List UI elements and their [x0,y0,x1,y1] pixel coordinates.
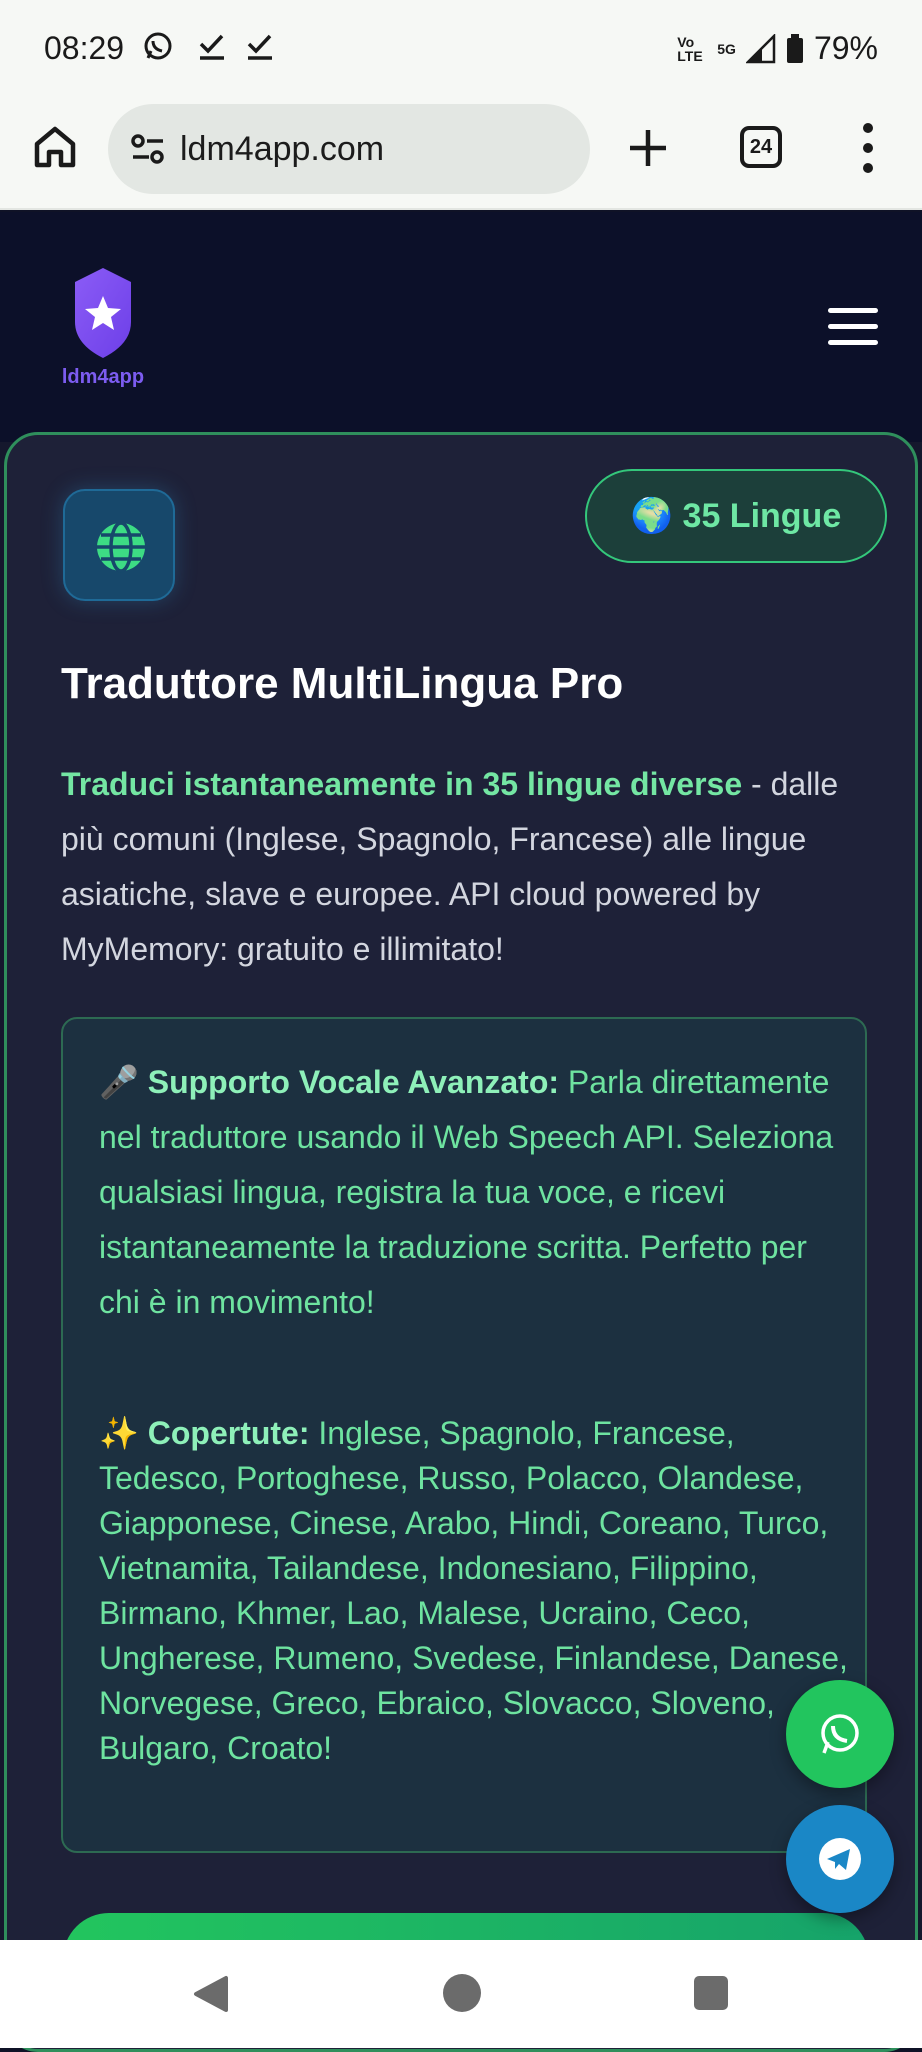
status-bar: 08:29 Vo LTE 5G 79% [0,0,922,100]
tab-count: 24 [749,136,773,158]
badge-label: 🌍 35 Lingue [630,497,842,535]
status-time: 08:29 [44,30,125,66]
nav-recent-icon[interactable] [694,1976,728,2010]
telegram-icon [819,1838,861,1880]
globe-tile [63,489,175,601]
logo-star-icon [75,268,131,358]
microphone-icon: 🎤 [99,1064,139,1100]
more-vert-icon[interactable] [858,122,878,174]
voice-support-text: 🎤 Supporto Vocale Avanzato: Parla dirett… [99,1055,839,1330]
browser-toolbar: ldm4app.com 24 [0,100,922,210]
coverage-label: Copertute: [147,1415,310,1451]
plus-icon[interactable] [626,126,670,170]
nav-back-icon[interactable] [190,1974,230,2014]
network-type: 5G [717,40,736,57]
feature-card: 🌍 35 Lingue Traduttore MultiLingua Pro T… [4,432,918,2052]
nav-home-icon[interactable] [443,1974,481,2012]
check-icon [199,34,224,60]
tab-switcher-button[interactable]: 24 [740,126,782,168]
check-icon [247,34,272,60]
hamburger-icon[interactable] [828,308,878,348]
whatsapp-button[interactable] [786,1680,894,1788]
site-logo[interactable]: ldm4app [58,264,148,394]
description-highlight: Traduci istantaneamente in 35 lingue div… [61,766,743,802]
telegram-button[interactable] [786,1805,894,1913]
whatsapp-icon [144,32,172,60]
logo-text: ldm4app [61,366,145,388]
url-text[interactable]: ldm4app.com [180,130,384,169]
sparkles-icon: ✨ [99,1415,139,1451]
battery-percent: 79% [813,30,878,66]
voice-support-body: Parla direttamente nel traduttore usando… [99,1064,834,1320]
signal-icon [745,33,776,63]
system-nav-bar [0,1940,922,2048]
status-indicators: Vo LTE 5G 79% [677,30,878,67]
battery-icon [786,33,803,63]
address-bar[interactable]: ldm4app.com [108,104,590,194]
site-settings-icon[interactable] [130,132,166,166]
whatsapp-icon [821,1714,859,1754]
card-title: Traduttore MultiLingua Pro [61,659,624,708]
volte-label: Vo LTE [677,33,703,64]
info-box: 🎤 Supporto Vocale Avanzato: Parla dirett… [61,1017,867,1853]
site-header: ldm4app [0,212,922,442]
voice-support-label: Supporto Vocale Avanzato: [147,1064,560,1100]
languages-badge: 🌍 35 Lingue [585,469,887,563]
card-description: Traduci istantaneamente in 35 lingue div… [61,757,851,977]
coverage-text: ✨ Copertute: Inglese, Spagnolo, Francese… [99,1411,849,1771]
home-icon[interactable] [32,124,78,170]
globe-icon [97,521,145,573]
coverage-body: Inglese, Spagnolo, Francese, Tedesco, Po… [99,1415,848,1766]
